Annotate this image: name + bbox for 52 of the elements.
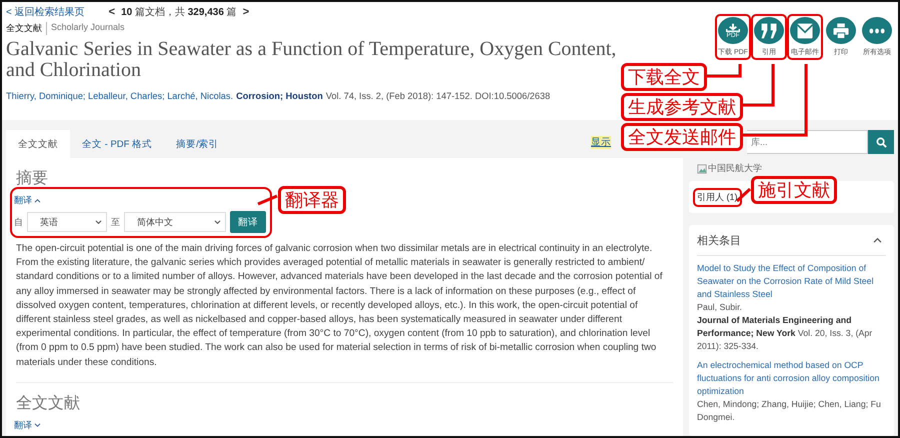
abstract-text: The open-circuit potential is one of the main driving forces of galvanic corrosion when two dissimilar metals are in electrical continuity in an electrolyte. From the existing literature, the galvanic series which provides averaged potential of metallic materials in seawater is generally restricted to ambient/ standard conditions or to a limited number of alloys. However, advanced materials have been developed in the last decade and the corrosion potential of any alloy immersed in seawater may be strongly affected by environmental factors. There is a lack of information on these purposes (e.g., effect of dissolved oxygen content, temperatures, chlorination at different levels, or recently developed alloys, etc.). In this work, the open-circuit potential of different stainless steel grades, as well as nickelbased and copper-based alloys, has been systematically measured in seawater under different experimental conditions. In particular, the effect of temperature (from 30°C to 70°C), oxygen content (from 10 ppb to saturation), and chlorination level (from 0 ppm to 0.5 ppm) have been studied. The work can also be used for material selection in terms of risk of bi-metallic corrosion when coupling two materials under these conditions. xyxy=(16,242,664,370)
citation-details: Vol. 74, Iss. 2, (Feb 2018): 147-152. DOI:10.5006/2638 xyxy=(326,91,550,101)
translate-button[interactable]: 翻译 xyxy=(230,211,266,233)
article-title: Galvanic Series in Seawater as a Function of Temperature, Oxygen Content, and Chlorination xyxy=(6,39,618,81)
source-info: Journal of Materials Engineering and Performance; New York Vol. 20, Iss. 3, (Apr 2011): 325-334. xyxy=(697,314,874,353)
leader-line xyxy=(736,188,752,202)
from-label: 自 xyxy=(14,216,23,228)
callout-label: 翻译器 xyxy=(278,186,346,214)
cited-by-link[interactable]: 引用人 (1) xyxy=(695,190,740,204)
callout-label: 全文发送邮件 xyxy=(621,123,743,151)
author-names: Paul, Subir. xyxy=(697,301,743,314)
leader-line xyxy=(257,194,278,206)
back-link[interactable]: < 返回检索结果页 xyxy=(6,5,85,19)
source-link[interactable]: Corrosion; Houston xyxy=(236,91,323,101)
tab[interactable]: 全文文献 xyxy=(6,130,70,158)
section-heading: 摘要 xyxy=(16,168,49,189)
highlight-link[interactable]: 显示 xyxy=(591,136,611,149)
article-link[interactable]: An electrochemical method based on OCP fluctuations for anti corrosion alloy composition optimization xyxy=(697,359,886,398)
chevron-down-icon xyxy=(214,220,221,224)
language-dropdown[interactable]: 简体中文 xyxy=(124,212,226,232)
translate-toggle[interactable]: 翻译 xyxy=(14,194,41,207)
callout-label: 施引文献 xyxy=(751,176,837,204)
more-icon xyxy=(869,28,885,34)
search-button[interactable] xyxy=(868,130,894,154)
download-icon xyxy=(726,22,740,32)
language-dropdown[interactable]: 英语 xyxy=(27,212,107,232)
broken-image-icon xyxy=(697,164,707,174)
library-name: 中国民航大学 xyxy=(708,162,762,175)
search-field[interactable]: 库... xyxy=(747,130,868,154)
search-icon xyxy=(876,136,886,148)
tab[interactable]: 摘要/索引 xyxy=(164,130,231,158)
to-label: 至 xyxy=(111,216,120,228)
quote-icon xyxy=(761,22,777,38)
document-type: 全文文献 xyxy=(6,22,42,35)
previous-button[interactable]: < xyxy=(106,6,118,18)
tab[interactable]: 全文 - PDF 格式 xyxy=(70,130,164,158)
pager-text: 10 篇文档，共 329,436 篇 xyxy=(121,6,237,19)
panel-title: 相关条目 xyxy=(697,234,741,248)
author-names: Chen, Mindong; Zhang, Huijie; Chen, Liang; Fu Dongmei. xyxy=(697,398,882,424)
next-button[interactable]: > xyxy=(240,6,252,18)
source-type: Scholarly Journals xyxy=(46,22,125,35)
callout-label: 下载全文 xyxy=(621,63,707,91)
section-heading: 全文文献 xyxy=(16,394,81,414)
translate-toggle[interactable]: 翻译 xyxy=(14,418,41,432)
caret-up-icon xyxy=(34,198,41,203)
callout-label: 生成参考文献 xyxy=(621,93,743,121)
caret-down-icon xyxy=(34,422,41,428)
authors-link[interactable]: Thierry, Dominique; Leballeur, Charles; Larché, Nicolas. xyxy=(6,91,234,101)
article-link[interactable]: Model to Study the Effect of Composition of Seawater on the Corrosion Rate of Mild Steel and Stainless Steel xyxy=(697,262,886,301)
printer-icon xyxy=(833,22,849,38)
chevron-down-icon xyxy=(95,220,102,224)
envelope-icon xyxy=(797,22,813,38)
